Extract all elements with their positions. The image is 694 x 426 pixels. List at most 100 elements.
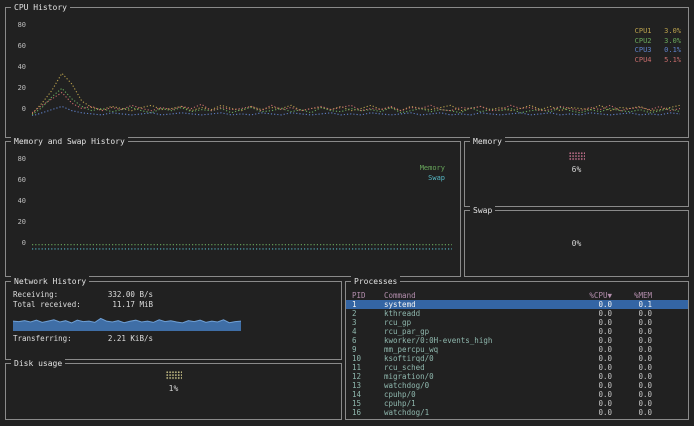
disk-usage-gauge: 1% (6, 371, 341, 393)
process-command: rcu_par_gp (384, 327, 562, 336)
disk-usage-percent: 1% (169, 384, 179, 393)
process-row[interactable]: 9mm_percpu_wq0.00.0 (346, 345, 688, 354)
memswap-y-tick: 60 (18, 176, 26, 184)
network-history-panel: Network History Receiving: 332.00 B/s To… (5, 281, 342, 360)
process-mem: 0.0 (612, 381, 652, 390)
process-mem: 0.0 (612, 318, 652, 327)
process-mem: 0.0 (612, 390, 652, 399)
disk-usage-dots-icon (166, 371, 182, 380)
column-header-pid[interactable]: PID (352, 291, 384, 300)
network-history-title: Network History (11, 276, 89, 287)
process-pid: 9 (352, 345, 384, 354)
cpu-y-tick: 40 (18, 63, 26, 71)
swap-gauge-panel: Swap 0% (464, 210, 689, 277)
total-received-label: Total received: (13, 300, 99, 310)
process-command: rcu_sched (384, 363, 562, 372)
column-header-mem[interactable]: %MEM (612, 291, 652, 300)
process-mem: 0.0 (612, 354, 652, 363)
process-command: systemd (384, 300, 562, 309)
column-header-command[interactable]: Command (384, 291, 562, 300)
process-cpu: 0.0 (562, 327, 612, 336)
process-row[interactable]: 2kthreadd0.00.0 (346, 309, 688, 318)
process-row[interactable]: 6kworker/0:0H-events_high0.00.0 (346, 336, 688, 345)
process-row[interactable]: 12migration/00.00.0 (346, 372, 688, 381)
process-table-header[interactable]: PID Command %CPU▼ %MEM (346, 291, 688, 300)
process-command: kthreadd (384, 309, 562, 318)
memory-gauge: 6% (465, 152, 688, 174)
memory-gauge-panel: Memory 6% (464, 141, 689, 207)
memswap-y-tick: 80 (18, 155, 26, 163)
cpu-history-chart (32, 20, 680, 116)
process-pid: 16 (352, 408, 384, 417)
process-command: migration/0 (384, 372, 562, 381)
cpu-y-tick: 20 (18, 84, 26, 92)
process-cpu: 0.0 (562, 309, 612, 318)
cpu-y-axis: 80 60 40 20 0 (10, 21, 26, 113)
disk-usage-panel: Disk usage 1% (5, 363, 342, 420)
cpu-history-panel: CPU History 80 60 40 20 0 CPU1 3.0% CPU2… (5, 7, 689, 138)
receiving-label: Receiving: (13, 290, 99, 300)
transferring-row: Transferring: 2.21 KiB/s (6, 334, 341, 344)
swap-gauge: 0% (465, 235, 688, 248)
process-mem: 0.0 (612, 399, 652, 408)
memswap-y-axis: 80 60 40 20 0 (10, 155, 26, 247)
process-pid: 10 (352, 354, 384, 363)
swap-percent: 0% (572, 239, 582, 248)
total-received-value: 11.17 MiB (99, 300, 153, 310)
transferring-label: Transferring: (13, 334, 99, 344)
process-row[interactable]: 14cpuhp/00.00.0 (346, 390, 688, 399)
process-pid: 13 (352, 381, 384, 390)
process-command: cpuhp/0 (384, 390, 562, 399)
process-pid: 1 (352, 300, 384, 309)
process-command: rcu_gp (384, 318, 562, 327)
process-pid: 4 (352, 327, 384, 336)
process-cpu: 0.0 (562, 399, 612, 408)
process-pid: 3 (352, 318, 384, 327)
process-cpu: 0.0 (562, 354, 612, 363)
process-command: watchdog/1 (384, 408, 562, 417)
process-mem: 0.0 (612, 408, 652, 417)
process-mem: 0.0 (612, 309, 652, 318)
transferring-value: 2.21 KiB/s (99, 334, 153, 344)
process-table: PID Command %CPU▼ %MEM 1systemd0.00.12kt… (346, 291, 688, 418)
process-cpu: 0.0 (562, 300, 612, 309)
memory-swap-history-title: Memory and Swap History (11, 136, 128, 147)
process-row[interactable]: 1systemd0.00.1 (346, 300, 688, 309)
disk-usage-title: Disk usage (11, 358, 65, 369)
memswap-y-tick: 0 (22, 239, 26, 247)
process-mem: 0.1 (612, 300, 652, 309)
process-cpu: 0.0 (562, 318, 612, 327)
process-pid: 15 (352, 399, 384, 408)
process-pid: 2 (352, 309, 384, 318)
memswap-y-tick: 40 (18, 197, 26, 205)
process-row[interactable]: 4rcu_par_gp0.00.0 (346, 327, 688, 336)
process-row[interactable]: 11rcu_sched0.00.0 (346, 363, 688, 372)
processes-panel: Processes PID Command %CPU▼ %MEM 1system… (345, 281, 689, 420)
process-command: ksoftirqd/0 (384, 354, 562, 363)
process-row[interactable]: 15cpuhp/10.00.0 (346, 399, 688, 408)
processes-title: Processes (351, 276, 400, 287)
process-mem: 0.0 (612, 363, 652, 372)
process-mem: 0.0 (612, 345, 652, 354)
process-row[interactable]: 10ksoftirqd/00.00.0 (346, 354, 688, 363)
process-command: cpuhp/1 (384, 399, 562, 408)
receiving-value: 332.00 B/s (99, 290, 153, 300)
process-pid: 11 (352, 363, 384, 372)
process-row[interactable]: 3rcu_gp0.00.0 (346, 318, 688, 327)
memory-swap-chart (32, 154, 452, 250)
column-header-cpu[interactable]: %CPU▼ (562, 291, 612, 300)
memswap-y-tick: 20 (18, 218, 26, 226)
memory-gauge-title: Memory (470, 136, 505, 147)
process-cpu: 0.0 (562, 363, 612, 372)
cpu-y-tick: 0 (22, 105, 26, 113)
process-row[interactable]: 16watchdog/10.00.0 (346, 408, 688, 417)
process-row[interactable]: 13watchdog/00.00.0 (346, 381, 688, 390)
cpu-y-tick: 80 (18, 21, 26, 29)
process-table-body[interactable]: 1systemd0.00.12kthreadd0.00.03rcu_gp0.00… (346, 300, 688, 417)
process-pid: 12 (352, 372, 384, 381)
process-command: kworker/0:0H-events_high (384, 336, 562, 345)
process-cpu: 0.0 (562, 390, 612, 399)
network-receive-chart (13, 313, 241, 331)
process-cpu: 0.0 (562, 408, 612, 417)
memory-swap-history-panel: Memory and Swap History 80 60 40 20 0 Me… (5, 141, 461, 277)
